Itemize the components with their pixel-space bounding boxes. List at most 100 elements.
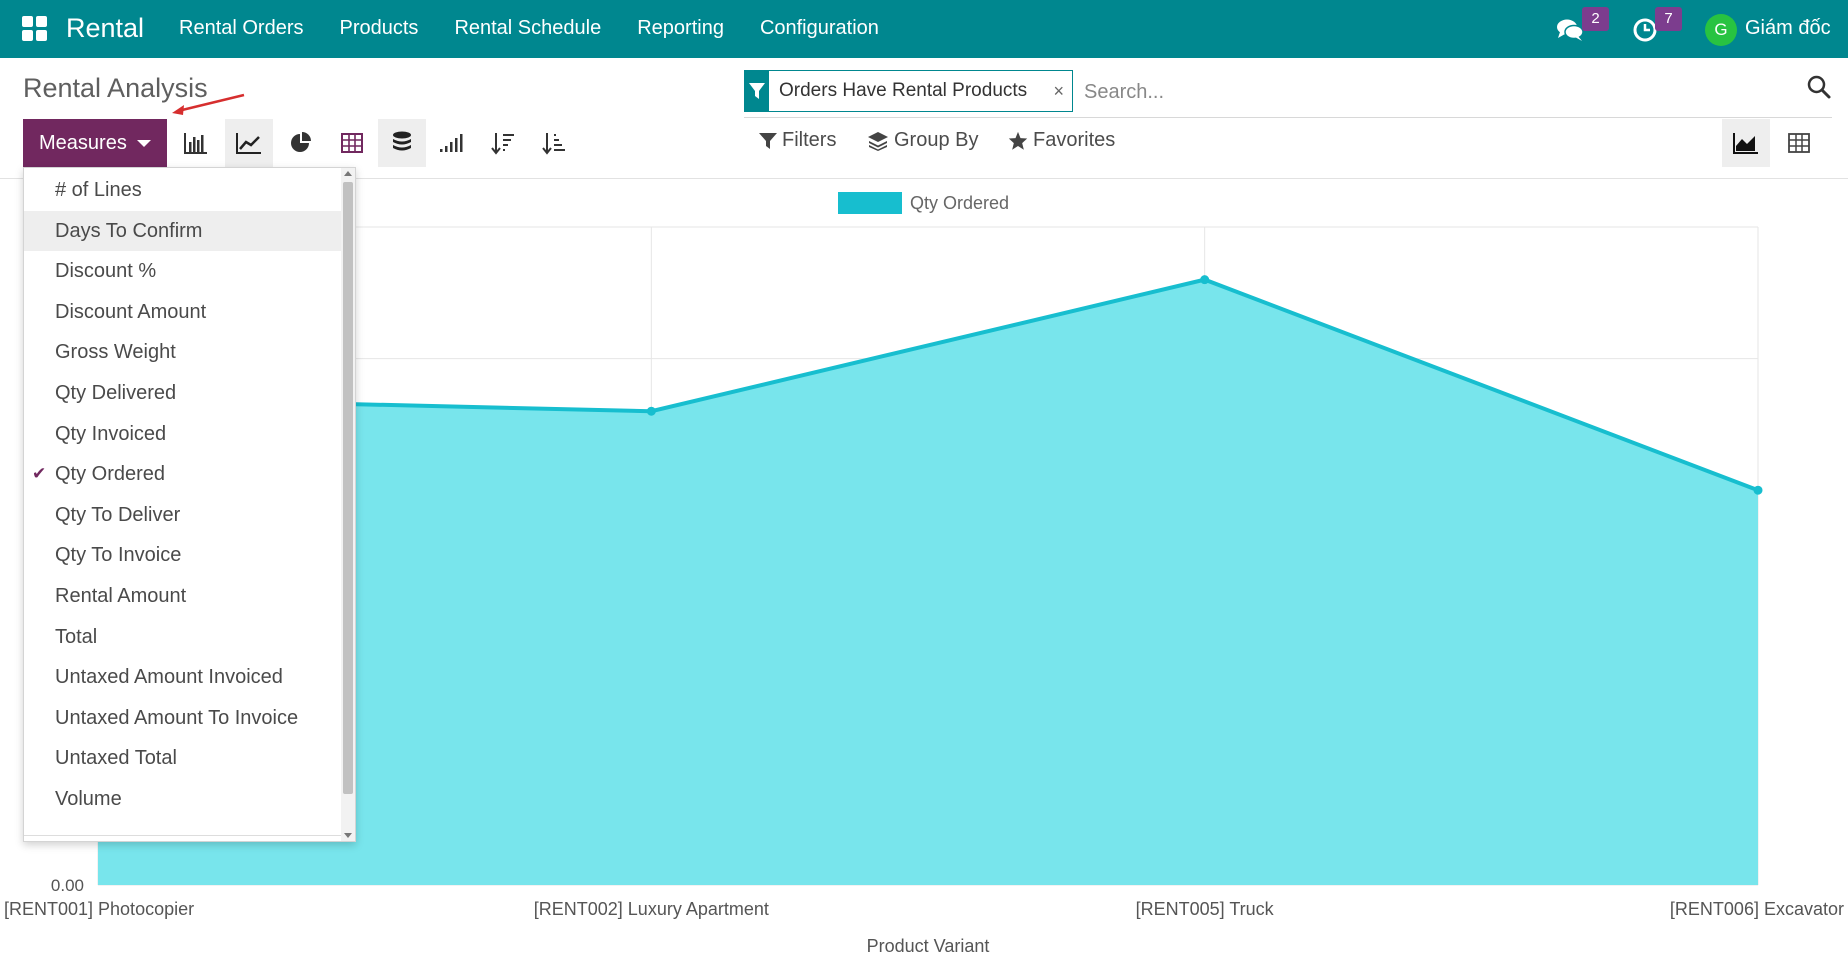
filters-dropdown[interactable]: Filters [759,129,836,152]
bar-chart-button[interactable] [172,119,220,167]
area-chart-icon [1733,133,1758,154]
stacked-button[interactable] [378,119,426,167]
measure-option-label: Untaxed Amount Invoiced [55,666,283,689]
messages-icon[interactable] [1556,17,1584,43]
favorites-dropdown[interactable]: Favorites [1008,129,1115,152]
cumulative-button[interactable] [427,119,475,167]
measure-option[interactable]: Qty Delivered [24,373,341,413]
signal-bars-icon [440,134,463,152]
measure-option-label: Untaxed Amount To Invoice [55,706,299,729]
filter-facet-icon [745,70,769,112]
measure-option[interactable]: Untaxed Amount Invoiced [24,657,341,697]
sort-ascending-button[interactable] [530,119,578,167]
measure-option[interactable]: Total [24,617,341,657]
user-menu[interactable]: Giám đốc [1745,17,1831,40]
measure-option[interactable]: Discount % [24,251,341,291]
top-navbar: Rental Rental Orders Products Rental Sch… [0,0,1848,58]
menu-configuration[interactable]: Configuration [760,17,879,40]
search-bar: Orders Have Rental Products × [744,70,1832,118]
line-chart-icon [236,133,261,154]
measure-option-label: Total [55,625,98,648]
grid-table-icon [1788,133,1810,153]
data-point[interactable] [1753,485,1763,495]
search-input[interactable] [1084,76,1764,108]
line-chart-button[interactable] [225,119,273,167]
user-avatar[interactable]: G [1705,14,1737,46]
measures-dropdown-menu: # of Lines Days To Confirm Discount % Disco… [23,167,356,842]
search-facet[interactable]: Orders Have Rental Products × [744,70,1073,112]
x-axis-title: Product Variant [867,936,990,956]
scroll-up-icon[interactable] [344,171,352,176]
measure-option[interactable]: Untaxed Total [24,738,341,778]
measure-option[interactable]: Days To Confirm [24,210,341,251]
graph-view-button[interactable] [1722,119,1770,167]
star-icon [1008,131,1028,150]
measure-option[interactable]: Untaxed Amount To Invoice [24,698,341,738]
data-point[interactable] [1200,275,1210,285]
favorites-label: Favorites [1033,129,1116,151]
legend-label[interactable]: Qty Ordered [910,193,1009,213]
search-icon[interactable] [1806,74,1832,100]
dropdown-divider [24,835,341,836]
measure-option-label: Gross Weight [55,341,176,364]
menu-rental-orders[interactable]: Rental Orders [179,17,304,40]
layers-icon [868,131,888,151]
annotation-arrow-icon [172,93,245,115]
filter-icon [759,132,777,149]
table-icon [341,133,363,153]
measure-option[interactable]: Rental Amount [24,576,341,616]
bar-chart-icon [184,133,207,154]
measures-label: Measures [39,131,127,154]
messages-badge: 2 [1582,7,1609,31]
measure-option-label: Volume [55,788,122,810]
main-menu: Rental Orders Products Rental Schedule R… [179,17,915,40]
measure-option-label: Qty To Deliver [55,503,181,526]
sort-descending-button[interactable] [479,119,527,167]
y-tick-label: 0.00 [51,876,84,895]
measure-option[interactable]: Qty Invoiced [24,414,341,454]
x-tick-labels: [RENT001] Photocopier [RENT002] Luxury Ap… [4,899,1844,919]
measure-option-label: Untaxed Total [55,747,177,770]
scroll-down-icon[interactable] [344,833,352,838]
measure-option[interactable]: Qty To Invoice [24,535,341,575]
activities-badge: 7 [1655,7,1682,31]
apps-grid-icon[interactable] [22,16,48,42]
facet-label: Orders Have Rental Products [779,80,1028,101]
measures-button[interactable]: Measures [23,119,167,167]
app-brand[interactable]: Rental [66,13,144,44]
dropdown-scrollbar[interactable] [341,168,355,841]
measure-option[interactable]: Volume [24,779,341,819]
x-tick-label: [RENT002] Luxury Apartment [534,899,769,919]
measure-option-label: Qty To Invoice [55,544,182,567]
measure-option[interactable]: # of Lines [24,170,341,210]
x-tick-label: [RENT005] Truck [1136,899,1275,919]
menu-products[interactable]: Products [340,17,419,40]
legend-swatch[interactable] [838,192,902,214]
measure-option-label: Qty Invoiced [55,422,167,445]
measure-option[interactable]: Gross Weight [24,332,341,372]
checkmark-icon: ✔ [32,464,47,484]
measure-option-label: # of Lines [55,179,142,201]
group-by-dropdown[interactable]: Group By [867,129,978,152]
database-stack-icon [393,131,411,151]
pivot-view-button[interactable] [1775,119,1823,167]
filters-label: Filters [782,129,837,151]
menu-reporting[interactable]: Reporting [637,17,724,40]
data-point[interactable] [646,406,656,416]
measure-option[interactable]: ✔ Qty Ordered [24,454,341,494]
menu-rental-schedule[interactable]: Rental Schedule [454,17,601,40]
measure-option-label: Discount Amount [55,300,207,323]
measure-option-label: Qty Ordered [55,463,166,486]
x-tick-label: [RENT001] Photocopier [4,899,194,919]
measure-option[interactable]: Discount Amount [24,292,341,332]
pie-chart-button[interactable] [277,119,325,167]
measure-option[interactable]: Qty To Deliver [24,495,341,535]
scrollbar-thumb[interactable] [343,182,353,794]
measure-option-label: Rental Amount [55,585,187,607]
measure-option-label: Qty Delivered [55,382,177,404]
pie-chart-icon [291,132,311,152]
pivot-table-button[interactable] [328,119,376,167]
facet-remove-icon[interactable]: × [1053,81,1064,102]
measure-option-label: Discount % [55,260,157,283]
caret-down-icon [136,139,151,147]
